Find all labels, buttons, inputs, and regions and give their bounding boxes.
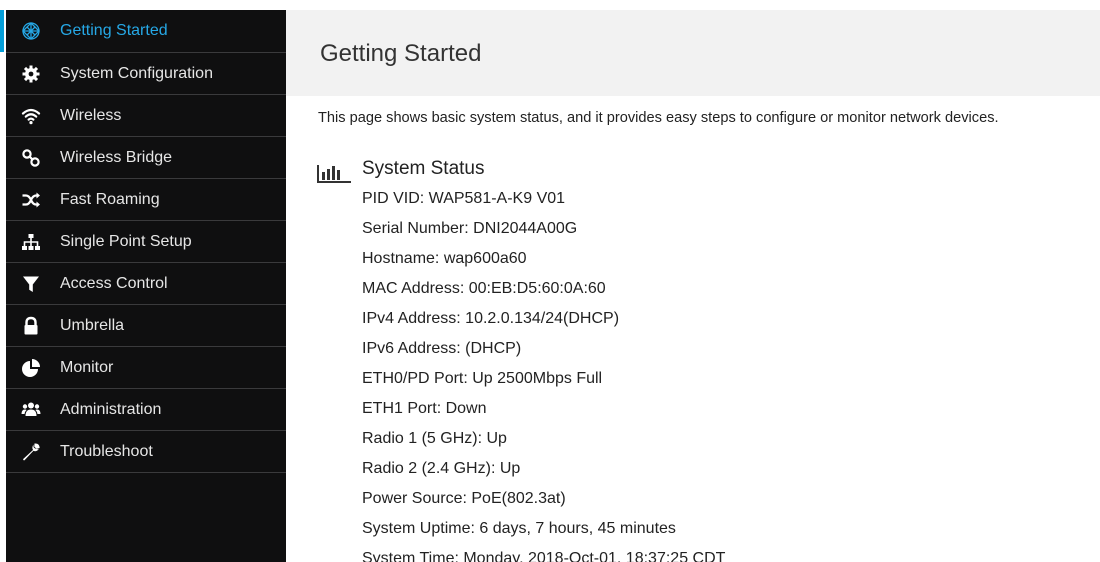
page-title: Getting Started bbox=[320, 40, 482, 67]
status-eth0-port: ETH0/PD Port: Up 2500Mbps Full bbox=[362, 370, 603, 387]
link-icon bbox=[20, 147, 42, 169]
status-ipv4-address: IPv4 Address: 10.2.0.134/24(DHCP) bbox=[362, 310, 620, 327]
sidebar-item-wireless-bridge[interactable]: Wireless Bridge bbox=[6, 137, 286, 179]
shuffle-icon bbox=[20, 189, 42, 211]
status-system-uptime: System Uptime: 6 days, 7 hours, 45 minut… bbox=[362, 520, 676, 537]
bar-chart-icon bbox=[317, 162, 353, 184]
page-header: Getting Started bbox=[286, 10, 1100, 96]
sidebar-item-label: Access Control bbox=[60, 274, 168, 292]
cisco-globe-icon bbox=[20, 20, 42, 42]
system-status-list: PID VID: WAP581-A-K9 V01 Serial Number: … bbox=[362, 184, 725, 562]
wifi-icon bbox=[20, 105, 42, 127]
status-eth1-port: ETH1 Port: Down bbox=[362, 400, 487, 417]
status-serial-number: Serial Number: DNI2044A00G bbox=[362, 220, 578, 237]
sidebar-item-system-configuration[interactable]: System Configuration bbox=[6, 53, 286, 95]
lock-icon bbox=[20, 315, 42, 337]
app-window: Getting Started System Configuration Wir… bbox=[0, 0, 1100, 562]
sidebar-item-label: Getting Started bbox=[60, 22, 168, 39]
sidebar-item-fast-roaming[interactable]: Fast Roaming bbox=[6, 179, 286, 221]
filter-icon bbox=[20, 273, 42, 295]
sidebar-item-label: Fast Roaming bbox=[60, 190, 160, 208]
sidebar-item-label: Single Point Setup bbox=[60, 232, 192, 250]
sidebar-item-umbrella[interactable]: Umbrella bbox=[6, 305, 286, 347]
wrench-icon bbox=[20, 441, 42, 463]
sidebar-item-label: Wireless Bridge bbox=[60, 148, 173, 166]
status-hostname: Hostname: wap600a60 bbox=[362, 250, 527, 267]
sidebar-item-label: Monitor bbox=[60, 358, 114, 376]
system-status-title: System Status bbox=[362, 158, 485, 179]
status-ipv6-address: IPv6 Address: (DHCP) bbox=[362, 340, 522, 357]
status-radio-1: Radio 1 (5 GHz): Up bbox=[362, 430, 507, 447]
status-mac-address: MAC Address: 00:EB:D5:60:0A:60 bbox=[362, 280, 606, 297]
sidebar-item-label: Troubleshoot bbox=[60, 442, 153, 460]
sidebar-item-access-control[interactable]: Access Control bbox=[6, 263, 286, 305]
status-power-source: Power Source: PoE(802.3at) bbox=[362, 490, 566, 507]
sidebar-item-wireless[interactable]: Wireless bbox=[6, 95, 286, 137]
sidebar-item-getting-started[interactable]: Getting Started bbox=[0, 10, 286, 53]
sidebar: Getting Started System Configuration Wir… bbox=[0, 10, 286, 562]
status-pid-vid: PID VID: WAP581-A-K9 V01 bbox=[362, 190, 566, 207]
sidebar-item-single-point-setup[interactable]: Single Point Setup bbox=[6, 221, 286, 263]
status-radio-2: Radio 2 (2.4 GHz): Up bbox=[362, 460, 521, 477]
gear-icon bbox=[20, 63, 42, 85]
status-system-time: System Time: Monday, 2018-Oct-01, 18:37:… bbox=[362, 550, 726, 562]
users-icon bbox=[20, 399, 42, 421]
pie-chart-icon bbox=[20, 357, 42, 379]
sidebar-item-troubleshoot[interactable]: Troubleshoot bbox=[6, 431, 286, 473]
sidebar-item-label: Wireless bbox=[60, 106, 122, 124]
sitemap-icon bbox=[20, 231, 42, 253]
sidebar-item-administration[interactable]: Administration bbox=[6, 389, 286, 431]
intro-text: This page shows basic system status, and… bbox=[318, 110, 999, 126]
sidebar-item-label: Umbrella bbox=[60, 316, 125, 334]
sidebar-item-monitor[interactable]: Monitor bbox=[6, 347, 286, 389]
sidebar-item-label: System Configuration bbox=[60, 64, 213, 82]
sidebar-item-label: Administration bbox=[60, 400, 162, 418]
